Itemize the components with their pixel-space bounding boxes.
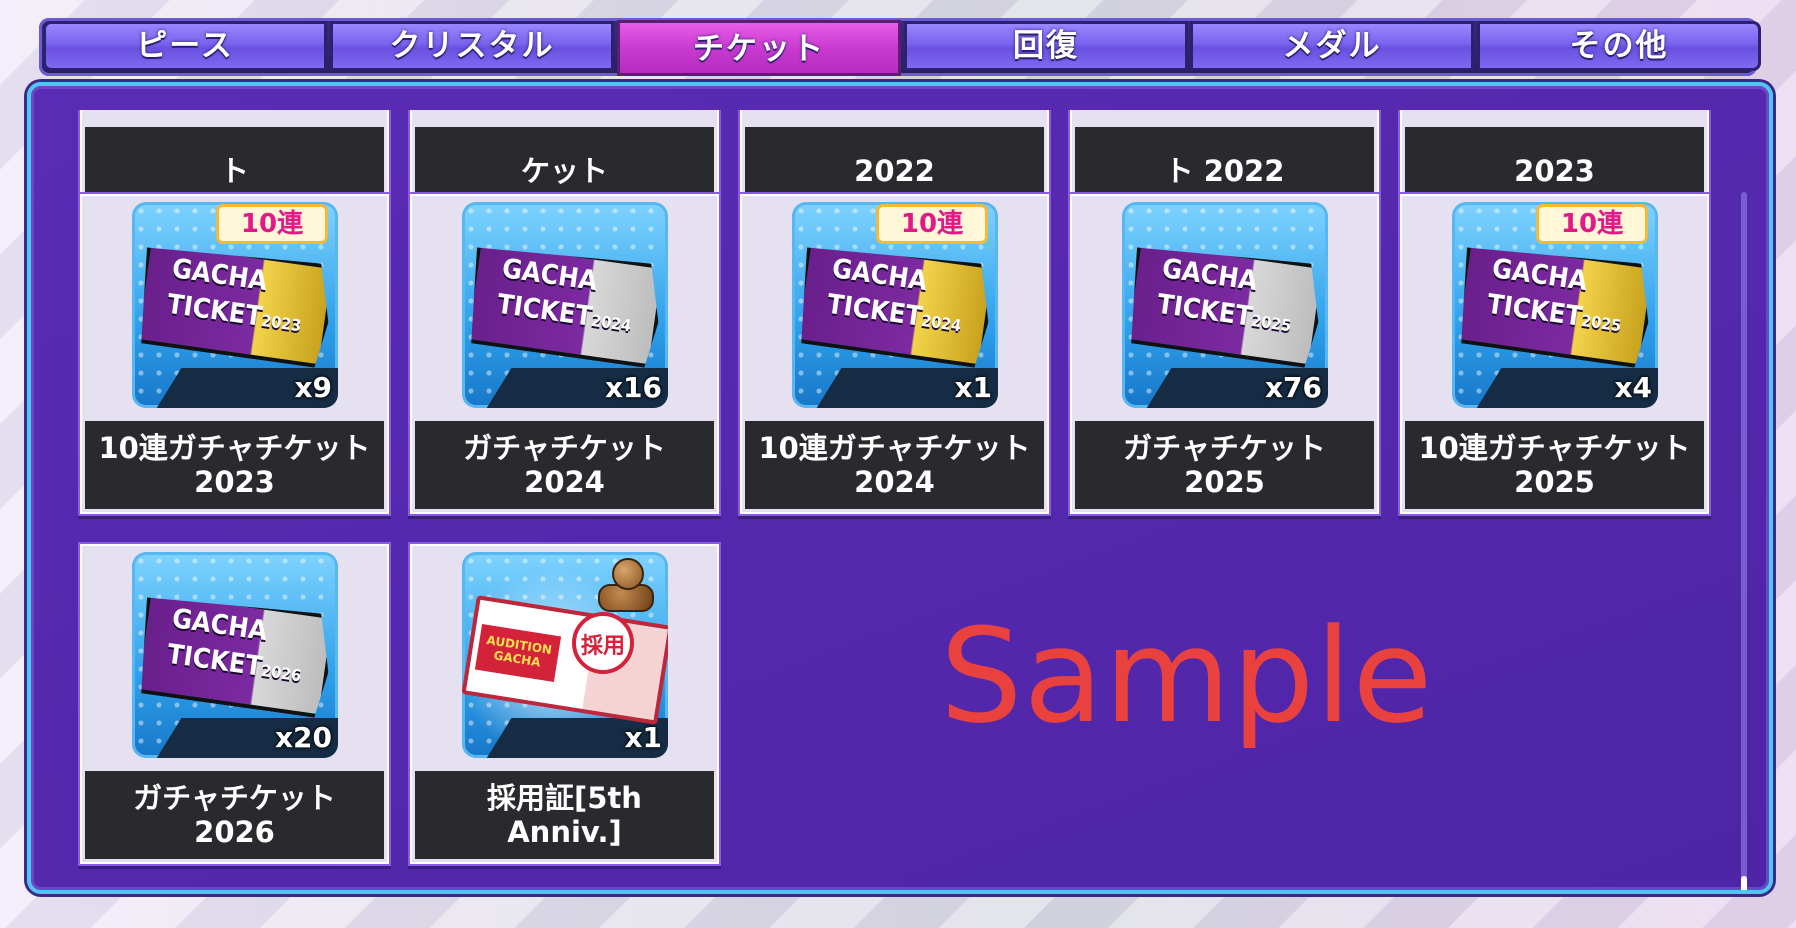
tab-other[interactable]: その他 [1477,21,1761,71]
item-quantity: x9 [294,371,332,404]
item-card[interactable]: AUDITION GACHA 採用 x1 採用証[5th Anniv.] [410,544,719,864]
gacha-ticket-icon: GACHA TICKET2024 x16 [462,202,668,408]
item-name: 採用証[5th Anniv.] [415,771,714,859]
gacha-ticket-icon: GACHA TICKET2023 10連 x9 [132,202,338,408]
tab-piece[interactable]: ピース [43,21,327,71]
item-quantity: x16 [604,371,662,404]
ten-pull-badge: 10連 [876,204,988,244]
item-quantity: x20 [274,721,332,754]
ten-pull-badge: 10連 [216,204,328,244]
gacha-ticket-icon: GACHA TICKET2024 10連 x1 [792,202,998,408]
item-name: 10連ガチャチケット 2024 [745,421,1044,509]
item-quantity: x76 [1264,371,1322,404]
gacha-ticket-icon: GACHA TICKET2026 x20 [132,552,338,758]
tab-ticket[interactable]: チケット [617,20,901,76]
item-list-panel: ト ケット 2022 ト 2022 2023 GACHA TICKET2023 1… [27,82,1773,894]
scrollbar-track[interactable] [1741,192,1747,890]
item-card[interactable]: GACHA TICKET2023 10連 x9 10連ガチャチケット 2023 [80,194,389,514]
sample-watermark: Sample [940,600,1434,752]
tab-medal[interactable]: メダル [1190,21,1474,71]
item-quantity: x1 [954,371,992,404]
item-card[interactable]: GACHA TICKET2025 x76 ガチャチケット 2025 [1070,194,1379,514]
gacha-ticket-icon: GACHA TICKET2025 10連 x4 [1452,202,1658,408]
gacha-ticket-icon: GACHA TICKET2025 x76 [1122,202,1328,408]
item-quantity: x4 [1614,371,1652,404]
tab-recovery[interactable]: 回復 [904,21,1188,71]
item-name: ガチャチケット 2025 [1075,421,1374,509]
item-card[interactable]: GACHA TICKET2024 10連 x1 10連ガチャチケット 2024 [740,194,1049,514]
item-grid[interactable]: ト ケット 2022 ト 2022 2023 GACHA TICKET2023 1… [31,110,1731,890]
item-name: 10連ガチャチケット 2025 [1405,421,1704,509]
item-card[interactable]: GACHA TICKET2025 10連 x4 10連ガチャチケット 2025 [1400,194,1709,514]
scrollbar-thumb[interactable] [1741,876,1747,890]
ten-pull-badge: 10連 [1536,204,1648,244]
item-quantity: x1 [624,721,662,754]
item-name: 10連ガチャチケット 2023 [85,421,384,509]
stamp-handle-icon [590,554,654,618]
item-card[interactable]: GACHA TICKET2024 x16 ガチャチケット 2024 [410,194,719,514]
item-name: ガチャチケット 2026 [85,771,384,859]
category-tab-bar: ピース クリスタル チケット 回復 メダル その他 [39,18,1761,76]
stamp-mark: 採用 [572,612,634,674]
tab-crystal[interactable]: クリスタル [330,21,614,71]
item-name: ガチャチケット 2024 [415,421,714,509]
audition-stamp-icon: AUDITION GACHA 採用 x1 [462,552,668,758]
item-card[interactable]: GACHA TICKET2026 x20 ガチャチケット 2026 [80,544,389,864]
